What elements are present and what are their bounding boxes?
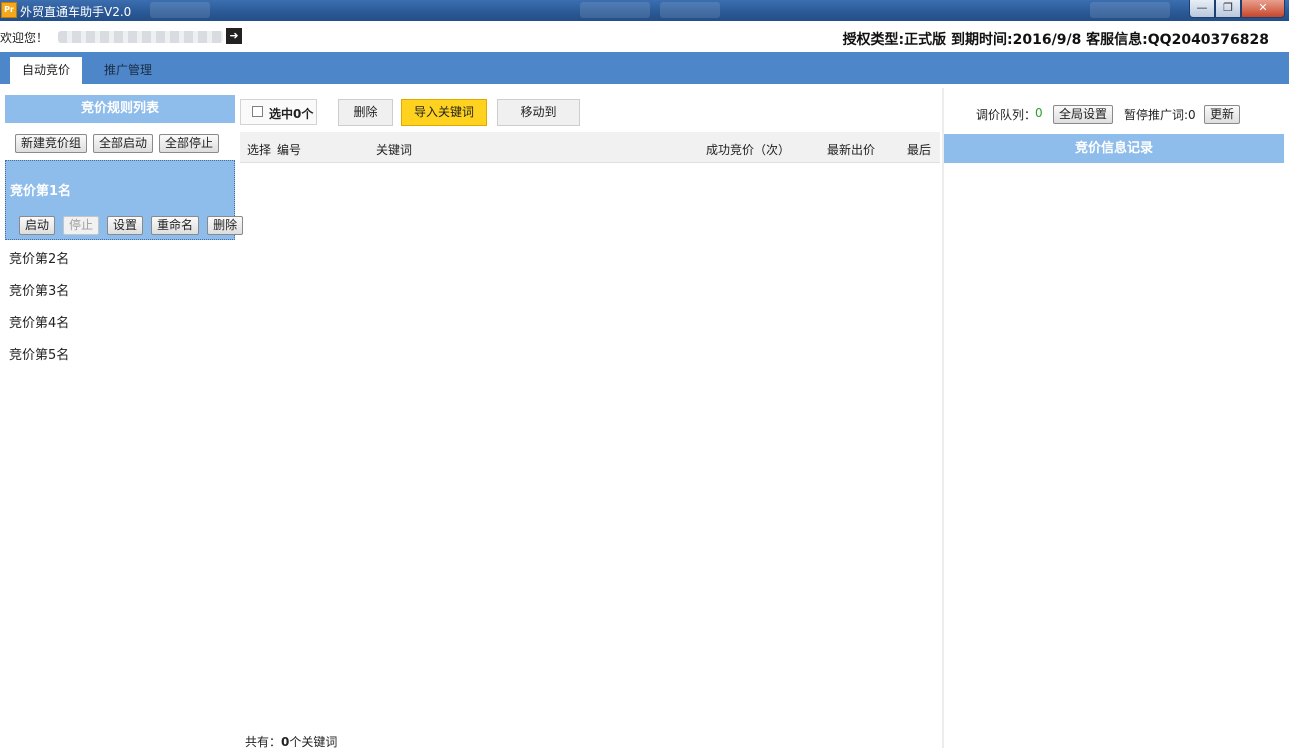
tab-promotion-management[interactable]: 推广管理 (92, 57, 164, 84)
group-stop-button: 停止 (63, 216, 100, 235)
panel-divider[interactable] (942, 88, 944, 748)
app-logo-icon: Pr (1, 2, 17, 18)
queue-label: 调价队列： (976, 108, 1037, 122)
tab-auto-bidding[interactable]: 自动竞价 (10, 57, 83, 84)
refresh-button[interactable]: 更新 (1204, 105, 1241, 124)
group-settings-button[interactable]: 设置 (107, 216, 144, 235)
license-info: 授权类型:正式版 到期时间:2016/9/8 客服信息:QQ2040376828 (842, 32, 1269, 48)
blurred-username (58, 31, 223, 43)
delete-keywords-button[interactable]: 删除 (338, 99, 393, 126)
group-start-button[interactable]: 启动 (19, 216, 56, 235)
import-keywords-button[interactable]: 导入关键词 (401, 99, 487, 126)
col-select[interactable]: 选择 (247, 141, 271, 158)
global-settings-button[interactable]: 全局设置 (1053, 105, 1114, 124)
move-to-button[interactable]: 移动到 (497, 99, 580, 126)
selected-group-name: 竞价第1名 (10, 184, 72, 199)
bid-group-item[interactable]: 竞价第3名 (9, 280, 69, 299)
group-delete-button[interactable]: 删除 (207, 216, 244, 235)
keyword-count-footer: 共有：0个关键词 (245, 733, 337, 750)
col-keyword[interactable]: 关键词 (376, 141, 412, 158)
bid-group-item[interactable]: 竞价第5名 (9, 344, 69, 363)
selected-bid-group[interactable]: 竞价第1名 启动 停止 设置 重命名 删除 (5, 160, 244, 240)
queue-value: 0 (1035, 106, 1043, 120)
keyword-table-header: 选择 编号 关键词 成功竞价（次） 最新出价 最后 (240, 132, 940, 163)
group-actions: 启动 停止 设置 重命名 删除 (19, 216, 244, 235)
footer-suffix: 个关键词 (289, 735, 338, 749)
taskbar-blur (660, 2, 720, 18)
col-last[interactable]: 最后 (907, 141, 931, 158)
bid-group-item[interactable]: 竞价第2名 (9, 248, 69, 267)
select-all-checkbox[interactable] (252, 106, 263, 117)
bid-group-item[interactable]: 竞价第4名 (9, 312, 69, 331)
col-latest-bid[interactable]: 最新出价 (827, 141, 875, 158)
logout-icon[interactable]: ➜ (226, 28, 242, 44)
start-all-button[interactable]: 全部启动 (93, 134, 154, 153)
title-bar: Pr 外贸直通车助手V2.0 — ❐ ✕ (0, 0, 1289, 21)
window-controls: — ❐ ✕ (1189, 0, 1285, 18)
footer-prefix: 共有： (245, 735, 282, 749)
selected-count-label: 选中0个 (269, 107, 314, 121)
welcome-text: 欢迎您！ (0, 31, 49, 45)
queue-row: 调价队列： 0 全局设置 暂停推广词:0 更新 (944, 101, 1284, 124)
bid-rule-list-title: 竞价规则列表 (5, 95, 235, 123)
rule-toolbar: 新建竞价组 全部启动 全部停止 (15, 134, 220, 153)
col-number[interactable]: 编号 (277, 141, 301, 158)
select-all-control[interactable]: 选中0个 (240, 99, 317, 125)
tab-bar: 自动竞价 推广管理 (0, 52, 1289, 84)
window-title: 外贸直通车助手V2.0 (20, 5, 132, 19)
taskbar-blur (1090, 2, 1170, 18)
stop-all-button[interactable]: 全部停止 (159, 134, 220, 153)
taskbar-blur (580, 2, 650, 18)
maximize-icon[interactable]: ❐ (1215, 0, 1241, 18)
paused-keywords-label: 暂停推广词:0 (1124, 108, 1196, 122)
col-success-bids[interactable]: 成功竞价（次） (706, 141, 790, 158)
new-bid-group-button[interactable]: 新建竞价组 (15, 134, 88, 153)
group-rename-button[interactable]: 重命名 (151, 216, 200, 235)
taskbar-blur (150, 2, 210, 18)
close-icon[interactable]: ✕ (1241, 0, 1285, 18)
minimize-icon[interactable]: — (1189, 0, 1215, 18)
bid-info-title: 竞价信息记录 (944, 134, 1284, 163)
bid-rule-panel: 竞价规则列表 新建竞价组 全部启动 全部停止 竞价第1名 启动 停止 设置 重命… (5, 95, 244, 363)
